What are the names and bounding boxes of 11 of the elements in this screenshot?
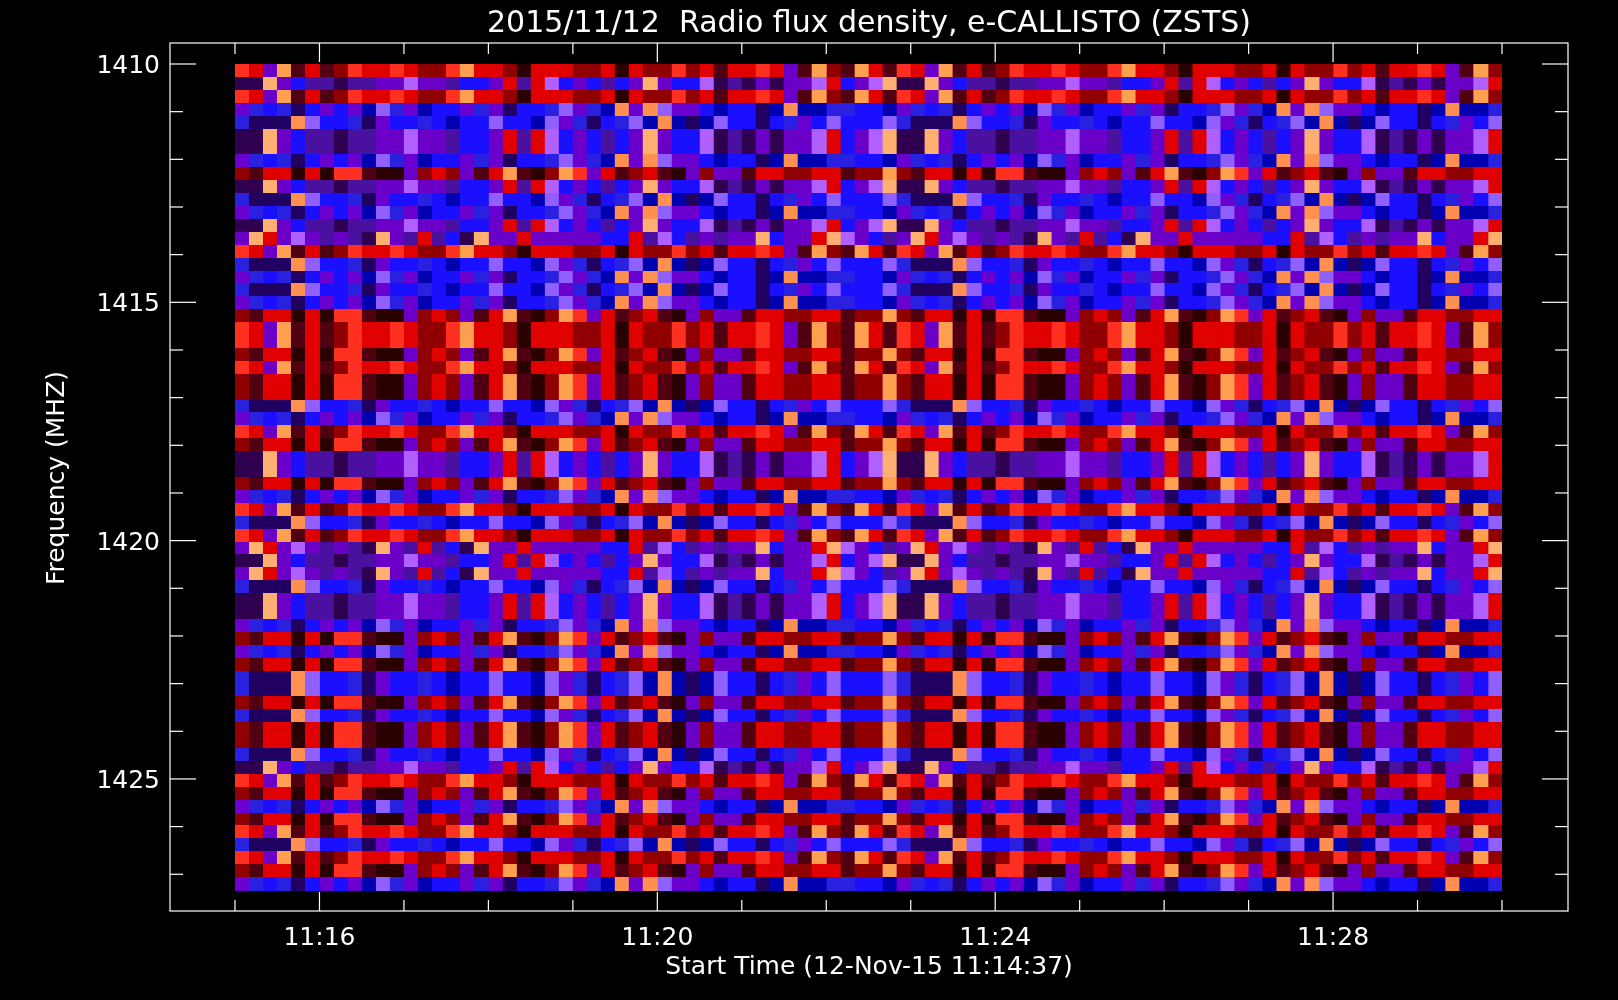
chart-title: 2015/11/12 Radio flux density, e-CALLISTO (ZSTS) [487, 4, 1251, 39]
y-tick-label: 1425 [96, 764, 160, 794]
y-tick-label: 1420 [96, 526, 160, 556]
y-tick-label: 1410 [96, 50, 160, 79]
x-axis-label: Start Time (12-Nov-15 11:14:37) [665, 951, 1073, 980]
y-axis-label: Frequency (MHZ) [41, 370, 70, 586]
x-tick-label: 11:16 [283, 922, 356, 951]
x-tick-label: 11:28 [1297, 922, 1370, 951]
x-tick-label: 11:20 [621, 922, 694, 951]
x-tick-label: 11:24 [959, 922, 1032, 951]
y-tick-label: 1415 [96, 288, 160, 318]
